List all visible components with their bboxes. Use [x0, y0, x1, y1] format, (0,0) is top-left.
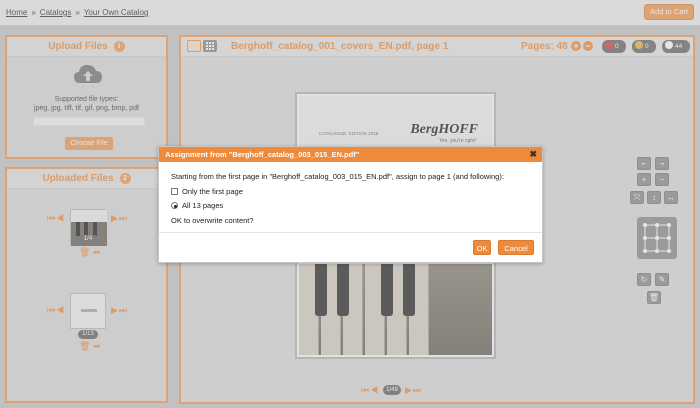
- option-first-page-label: Only the first page: [182, 187, 243, 196]
- assignment-dialog: Assignment from "Berghoff_catalog_003_01…: [158, 146, 543, 263]
- option-all-pages-label: All 13 pages: [182, 201, 224, 210]
- close-icon[interactable]: ✖: [529, 147, 537, 162]
- radio-selected[interactable]: [171, 202, 178, 209]
- option-all-pages[interactable]: All 13 pages: [171, 201, 530, 210]
- dialog-confirm-text: OK to overwrite content?: [171, 216, 254, 225]
- dialog-title: Assignment from "Berghoff_catalog_003_01…: [165, 150, 360, 159]
- ok-button[interactable]: OK: [473, 240, 491, 255]
- dialog-prompt: Starting from the first page in "Berghof…: [171, 172, 504, 181]
- dialog-body: Starting from the first page in "Berghof…: [159, 162, 542, 225]
- option-first-page[interactable]: Only the first page: [171, 187, 530, 196]
- dialog-footer: OK Cancel: [159, 232, 542, 262]
- cancel-button[interactable]: Cancel: [498, 240, 534, 255]
- checkbox[interactable]: [171, 188, 178, 195]
- dialog-title-bar: Assignment from "Berghoff_catalog_003_01…: [159, 147, 542, 162]
